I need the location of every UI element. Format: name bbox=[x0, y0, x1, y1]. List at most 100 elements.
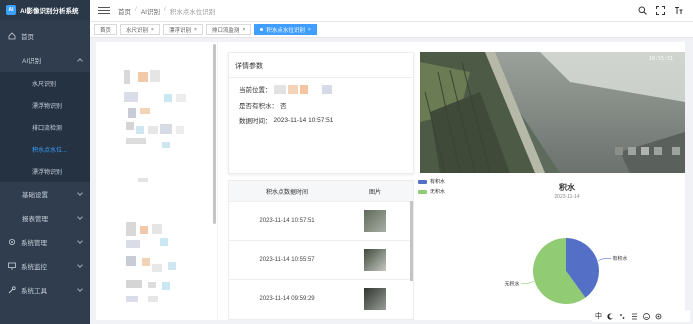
masked-content bbox=[128, 108, 136, 118]
sidebar-item-basic-settings[interactable]: 基础设置 bbox=[0, 182, 90, 206]
sidebar-item-label: 排口流检测 bbox=[32, 125, 63, 132]
sidebar-subitem-ponding[interactable]: 积水点水位... bbox=[0, 138, 90, 160]
sidebar-item-home[interactable]: 首页 bbox=[0, 24, 90, 48]
masked-content bbox=[138, 72, 148, 82]
sidebar-item-label: 系统管理 bbox=[21, 240, 47, 247]
time-row: 数据时间： 2023-11-14 10:57:51 bbox=[239, 115, 333, 126]
water-row: 是否有积水： 否 bbox=[239, 100, 287, 110]
close-icon[interactable]: × bbox=[194, 27, 197, 33]
thumbnail-image[interactable] bbox=[364, 249, 386, 271]
water-label: 是否有积水： bbox=[239, 103, 278, 110]
sidebar-subitem-outlet[interactable]: 排口流检测 bbox=[0, 116, 90, 138]
sidebar-subitem-float-2[interactable]: 漂浮物识别 bbox=[0, 160, 90, 182]
gear-icon[interactable] bbox=[655, 313, 662, 320]
masked-content bbox=[126, 138, 146, 144]
punctuation-icon[interactable] bbox=[619, 313, 626, 320]
pie-svg: 有积水无积水 bbox=[504, 238, 628, 304]
tab-label: 积水点水位识别 bbox=[266, 27, 305, 34]
close-icon[interactable]: × bbox=[151, 27, 154, 33]
detail-card: 详情参数 当前位置： 是否有积水： 否 数据时间： 2023-11-14 10:… bbox=[228, 52, 414, 174]
masked-content bbox=[142, 258, 150, 266]
sidebar-item-label: 系统监控 bbox=[21, 264, 47, 271]
street-image bbox=[420, 52, 685, 173]
pie-leader-line bbox=[521, 281, 534, 284]
tab-label: 漂浮识别 bbox=[168, 27, 191, 34]
fullscreen-icon[interactable] bbox=[656, 6, 665, 15]
sidebar-item-reports[interactable]: 报表管理 bbox=[0, 206, 90, 230]
masked-content bbox=[126, 240, 140, 248]
sidebar-item-label: 漂浮物识别 bbox=[32, 169, 63, 176]
masked-content bbox=[150, 70, 160, 82]
emoji-icon[interactable] bbox=[643, 312, 650, 320]
masked-content bbox=[124, 70, 130, 84]
sidebar-item-label: 首页 bbox=[21, 34, 34, 41]
ime-toolbar: 中 bbox=[592, 310, 690, 322]
sidebar-item-label: 系统工具 bbox=[21, 288, 47, 295]
tab-bar: 首页 水尺识别 × 漂浮识别 × 排口流监测 × 积水点水位识别 × bbox=[90, 22, 693, 38]
chevron-up-icon bbox=[77, 58, 83, 64]
position-row: 当前位置： bbox=[239, 84, 332, 94]
sidebar-item-label: 积水点水位... bbox=[32, 147, 68, 154]
masked-content bbox=[148, 126, 158, 134]
active-dot-icon bbox=[260, 28, 264, 31]
masked-content bbox=[126, 122, 134, 130]
chevron-down-icon bbox=[77, 262, 83, 268]
sidebar-item-label: 基础设置 bbox=[22, 192, 48, 199]
close-icon[interactable]: × bbox=[242, 27, 245, 33]
tab-outlet[interactable]: 排口流监测 × bbox=[205, 24, 252, 35]
tab-water-gauge[interactable]: 水尺识别 × bbox=[120, 24, 160, 35]
chevron-down-icon bbox=[77, 286, 83, 292]
masked-content bbox=[140, 226, 148, 234]
menu-toggle-icon[interactable] bbox=[98, 5, 110, 16]
ime-lang[interactable]: 中 bbox=[595, 311, 602, 321]
gear-icon bbox=[8, 238, 16, 246]
breadcrumb-item[interactable]: 首页 bbox=[118, 6, 131, 16]
sidebar-subitem-float[interactable]: 漂浮物识别 bbox=[0, 94, 90, 116]
position-label: 当前位置： bbox=[239, 87, 272, 94]
table-header: 积水点数据时间 图片 bbox=[229, 181, 413, 201]
close-icon[interactable]: × bbox=[308, 27, 311, 33]
tab-float[interactable]: 漂浮识别 × bbox=[162, 24, 203, 35]
water-value: 否 bbox=[280, 103, 287, 110]
sidebar-subitem-water-gauge[interactable]: 水尺识别 bbox=[0, 72, 90, 94]
tab-home[interactable]: 首页 bbox=[94, 24, 118, 35]
masked-content bbox=[126, 280, 142, 288]
sidebar-item-ai[interactable]: AI识别 bbox=[0, 48, 90, 72]
simplified-icon[interactable] bbox=[631, 313, 638, 320]
scrollbar[interactable] bbox=[213, 44, 216, 224]
breadcrumb: 首页 / AI识别 / 积水点水位识别 bbox=[118, 5, 216, 16]
monitor-icon bbox=[8, 262, 16, 270]
search-icon[interactable] bbox=[638, 6, 647, 15]
masked-content bbox=[273, 84, 286, 94]
thumbnail-image[interactable] bbox=[364, 210, 386, 232]
breadcrumb-item: 积水点水位识别 bbox=[169, 8, 216, 16]
font-size-icon[interactable] bbox=[674, 6, 683, 15]
pie-leader-line bbox=[598, 258, 611, 261]
masked-content bbox=[126, 222, 136, 236]
sidebar-item-tools[interactable]: 系统工具 bbox=[0, 278, 90, 302]
thumbnail-image[interactable] bbox=[364, 288, 386, 310]
masked-content bbox=[160, 124, 172, 134]
table-row[interactable]: 2023-11-14 10:55:57 bbox=[229, 240, 413, 279]
table-row[interactable]: 2023-11-14 10:57:51 bbox=[229, 201, 413, 240]
history-table: 积水点数据时间 图片 2023-11-14 10:57:51 2023-11-1… bbox=[228, 180, 414, 320]
masked-content bbox=[287, 84, 298, 94]
pie-slice-label: 无积水 bbox=[504, 280, 519, 287]
site-list-panel bbox=[96, 42, 217, 320]
tab-label: 水尺识别 bbox=[126, 27, 149, 34]
moon-icon[interactable] bbox=[607, 313, 614, 320]
sidebar-item-system-mgmt[interactable]: 系统管理 bbox=[0, 230, 90, 254]
masked-content bbox=[164, 94, 172, 102]
breadcrumb-item[interactable]: AI识别 bbox=[141, 6, 160, 16]
table-row[interactable]: 2023-11-14 09:59:29 bbox=[229, 279, 413, 318]
masked-content bbox=[321, 84, 332, 94]
pie-slice-label: 有积水 bbox=[612, 255, 627, 262]
sidebar-item-monitor[interactable]: 系统监控 bbox=[0, 254, 90, 278]
logo-icon: AI bbox=[6, 5, 16, 15]
home-icon bbox=[8, 32, 16, 40]
tab-ponding[interactable]: 积水点水位识别 × bbox=[254, 24, 317, 35]
masked-content bbox=[309, 84, 320, 94]
masked-content bbox=[152, 264, 162, 272]
time-label: 数据时间： bbox=[239, 118, 272, 125]
scrollbar[interactable] bbox=[410, 201, 413, 281]
